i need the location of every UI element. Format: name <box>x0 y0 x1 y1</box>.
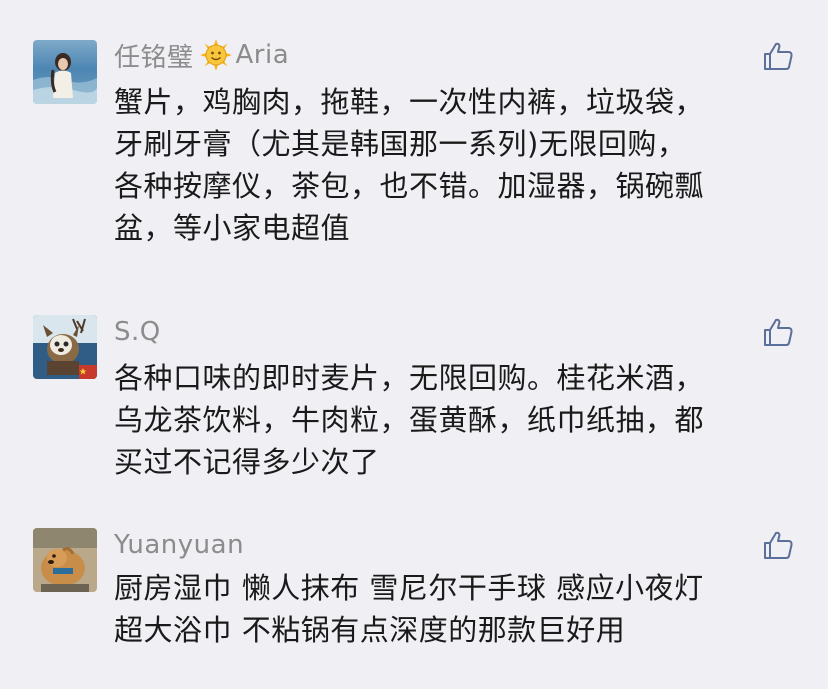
comment-line: 盆，等小家电超值 <box>114 211 351 245</box>
avatar[interactable] <box>33 315 97 379</box>
thumbs-up-icon <box>764 318 793 346</box>
avatar[interactable] <box>33 40 97 104</box>
like-button[interactable] <box>762 316 794 348</box>
like-button[interactable] <box>762 40 794 72</box>
comment-author[interactable]: Yuanyuan <box>114 528 244 562</box>
comment-line: 各种口味的即时麦片，无限回购。桂花米酒， <box>114 361 705 395</box>
comment-line: 牙刷牙膏（尤其是韩国那一系列)无限回购， <box>114 127 687 161</box>
comment-line: 厨房湿巾 懒人抹布 雪尼尔干手球 感应小夜灯 <box>114 571 704 605</box>
comment-line: 超大浴巾 不粘锅有点深度的那款巨好用 <box>114 613 626 647</box>
comment-author[interactable]: 任铭璧 Aria <box>114 38 290 73</box>
comment-body: 厨房湿巾 懒人抹布 雪尼尔干手球 感应小夜灯 超大浴巾 不粘锅有点深度的那款巨好… <box>114 567 794 651</box>
author-name: 任铭璧 <box>114 42 194 73</box>
author-name: Yuanyuan <box>114 530 245 560</box>
comment-author[interactable]: S.Q <box>114 315 161 349</box>
like-button[interactable] <box>762 529 794 561</box>
comment-line: 乌龙茶饮料，牛肉粒，蛋黄酥，纸巾纸抽，都 <box>114 403 705 437</box>
avatar[interactable] <box>33 528 97 592</box>
sun-face-icon <box>199 39 232 71</box>
author-name: S.Q <box>114 317 161 347</box>
comment-body: 各种口味的即时麦片，无限回购。桂花米酒， 乌龙茶饮料，牛肉粒，蛋黄酥，纸巾纸抽，… <box>114 357 794 483</box>
comment-line: 各种按摩仪，茶包，也不错。加湿器，锅碗瓢 <box>114 169 705 203</box>
comment-body: 蟹片，鸡胸肉，拖鞋，一次性内裤，垃圾袋， 牙刷牙膏（尤其是韩国那一系列)无限回购… <box>114 81 794 249</box>
author-name-suffix: Aria <box>235 40 290 70</box>
thumbs-up-icon <box>764 531 793 559</box>
thumbs-up-icon <box>764 42 793 70</box>
comment-line: 蟹片，鸡胸肉，拖鞋，一次性内裤，垃圾袋， <box>114 85 705 119</box>
comment-line: 买过不记得多少次了 <box>114 445 380 479</box>
